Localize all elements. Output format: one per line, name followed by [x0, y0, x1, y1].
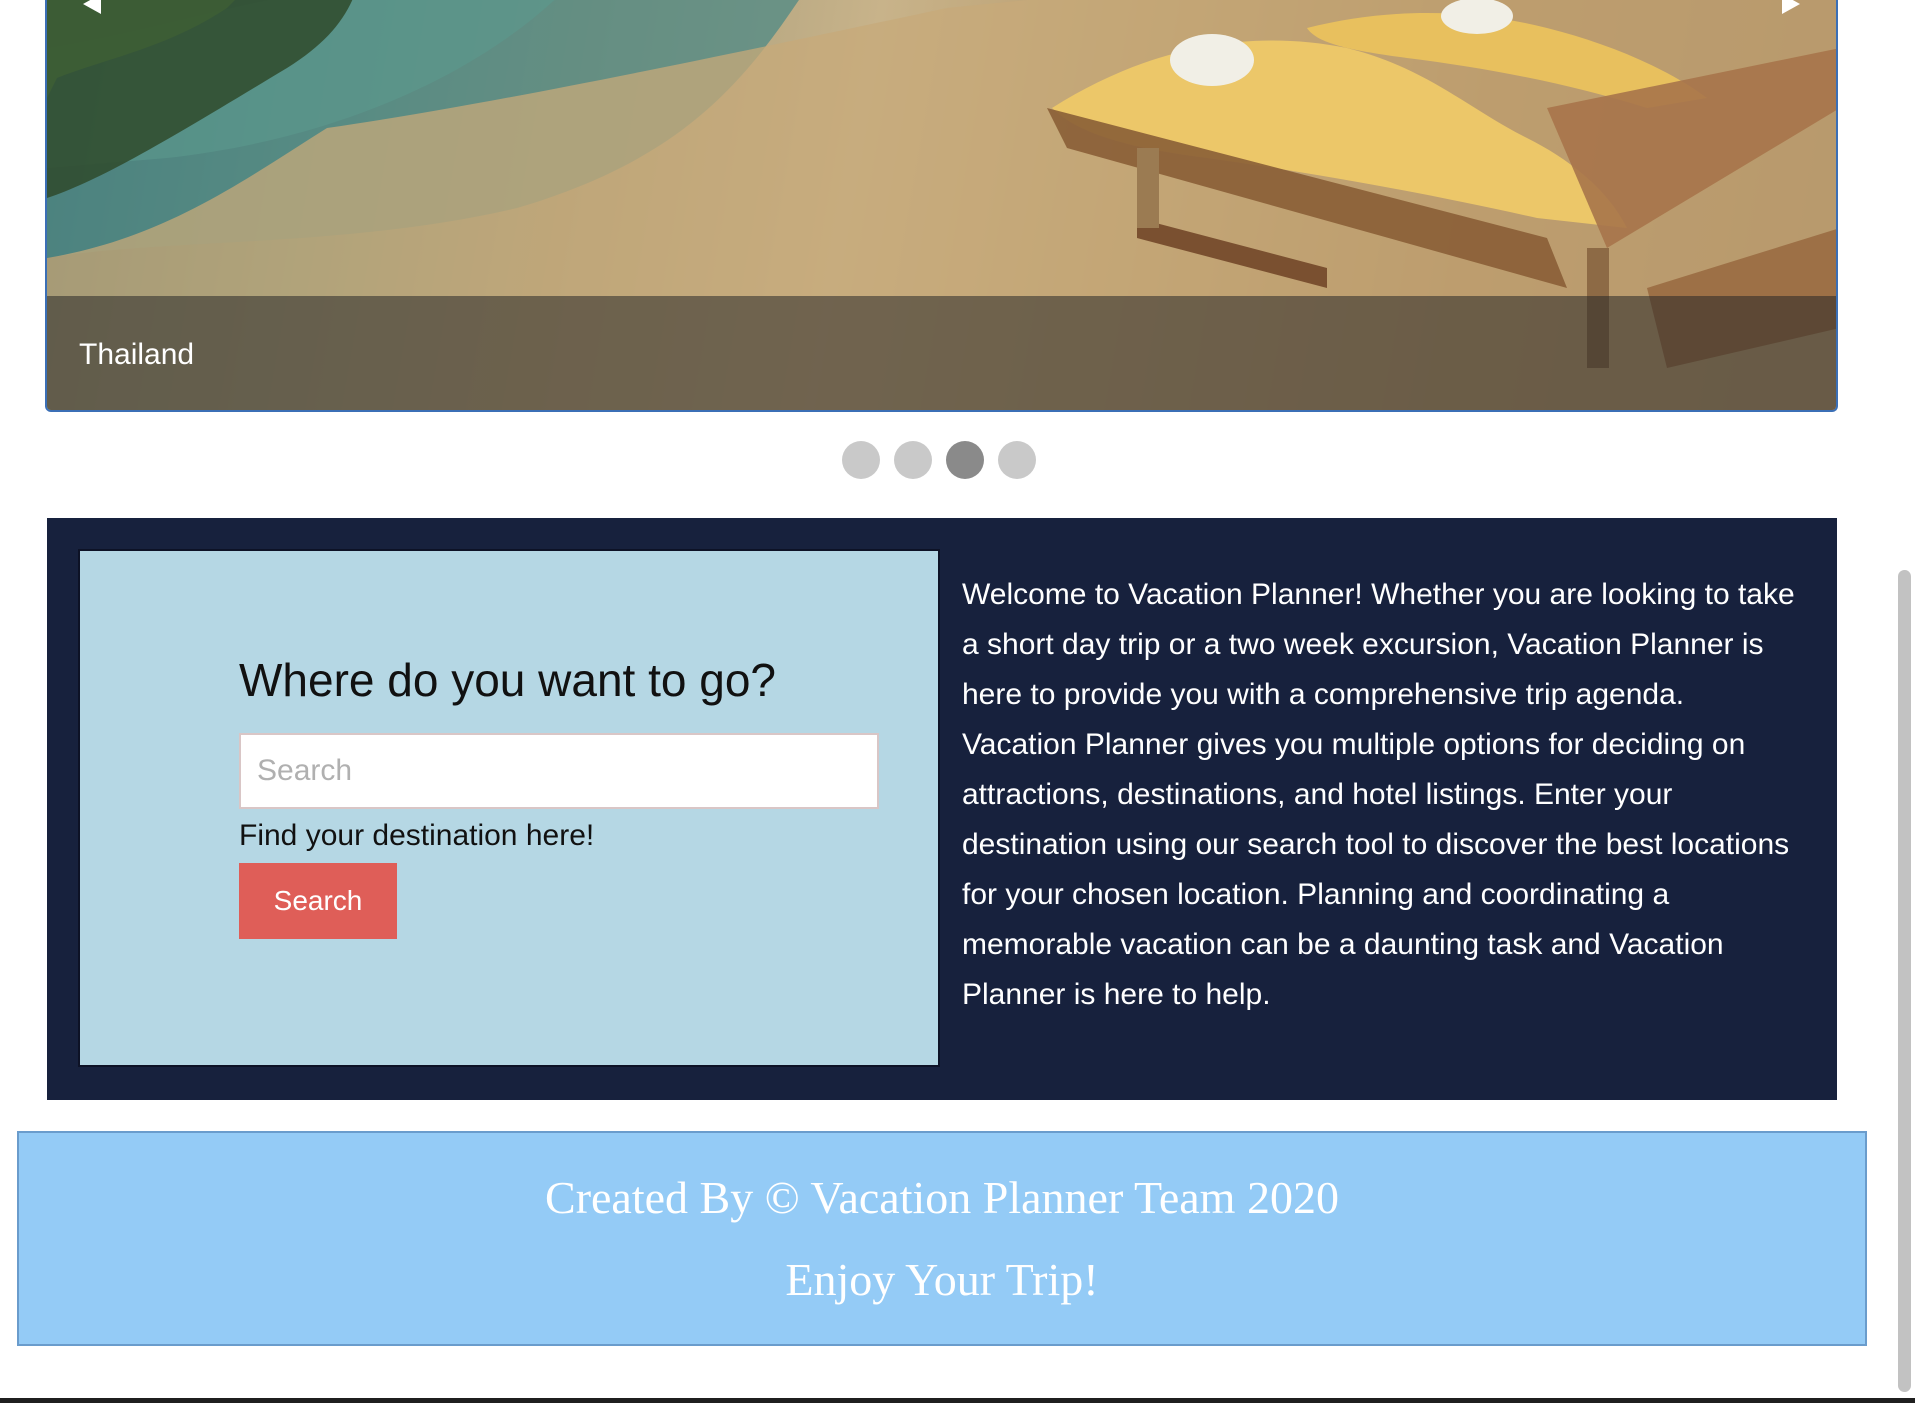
carousel-indicator-2[interactable]: [894, 441, 932, 479]
search-input[interactable]: [239, 733, 879, 809]
chevron-right-icon[interactable]: [1782, 0, 1800, 14]
footer-credit: Created By © Vacation Planner Team 2020: [545, 1172, 1339, 1223]
slide-caption-band: Thailand: [47, 296, 1836, 410]
image-carousel: Thailand: [45, 0, 1838, 412]
window-bottom-edge: [0, 1398, 1915, 1403]
info-section: Where do you want to go? Find your desti…: [47, 518, 1837, 1100]
search-button[interactable]: Search: [239, 863, 397, 939]
chevron-left-icon[interactable]: [83, 0, 101, 14]
carousel-indicator-3[interactable]: [946, 441, 984, 479]
page: Thailand Where do you want to go? Find y…: [0, 0, 1915, 1403]
footer: Created By © Vacation Planner Team 2020 …: [17, 1131, 1867, 1346]
welcome-text: Welcome to Vacation Planner! Whether you…: [962, 578, 1795, 1011]
scrollbar-thumb[interactable]: [1898, 570, 1911, 1392]
search-hint: Find your destination here!: [239, 819, 595, 852]
search-title: Where do you want to go?: [239, 654, 776, 706]
carousel-indicator-4[interactable]: [998, 441, 1036, 479]
footer-tagline: Enjoy Your Trip!: [785, 1254, 1099, 1305]
scrollbar-track[interactable]: [1893, 0, 1915, 1403]
carousel-indicators: [842, 441, 1036, 479]
search-panel: Where do you want to go? Find your desti…: [78, 549, 940, 1067]
slide-caption: Thailand: [79, 338, 195, 371]
carousel-indicator-1[interactable]: [842, 441, 880, 479]
